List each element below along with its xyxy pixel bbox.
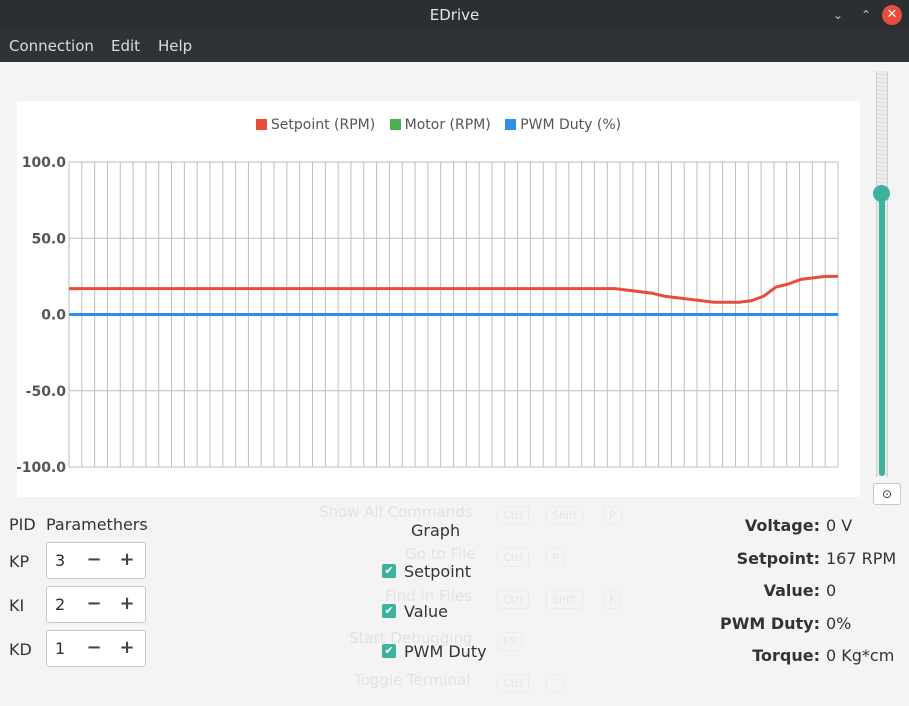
graph-title: Graph <box>411 521 461 540</box>
legend-label-pwm: PWM Duty (%) <box>520 117 622 133</box>
value-checkbox[interactable]: ✔ <box>382 604 396 618</box>
chart-panel: 100.0 50.0 0.0 -50.0 -100.0 Setpoint (RPM) M… <box>17 101 860 497</box>
y-tick-label: -50.0 <box>26 384 67 400</box>
y-tick-label: 50.0 <box>31 231 66 247</box>
kd-increment-button[interactable]: + <box>116 636 138 660</box>
ghost-key: Shift <box>546 590 584 609</box>
torque-value: 0 Kg*cm <box>826 646 895 665</box>
maximize-icon[interactable]: ⌃ <box>856 5 876 25</box>
setpoint-slider-fill <box>879 192 885 476</box>
ghost-key: P <box>546 548 565 567</box>
kp-value[interactable]: 3 <box>55 551 65 570</box>
ghost-command: Go to File <box>405 545 476 563</box>
minimize-icon[interactable]: ⌄ <box>828 5 848 25</box>
kp-decrement-button[interactable]: − <box>83 548 105 572</box>
kp-stepper[interactable]: 3 − + <box>46 542 146 579</box>
ki-decrement-button[interactable]: − <box>83 592 105 616</box>
legend-swatch-pwm <box>505 119 517 130</box>
y-tick-label: 0.0 <box>41 308 66 324</box>
setpoint-label: Setpoint: <box>736 549 820 568</box>
value-value: 0 <box>826 581 837 600</box>
kd-label: KD <box>9 640 32 659</box>
ghost-key: F5 <box>497 632 523 651</box>
pwm-duty-value: 0% <box>826 614 852 633</box>
legend-label-setpoint: Setpoint (RPM) <box>270 117 376 133</box>
value-checkbox-label[interactable]: Value <box>404 602 448 621</box>
ghost-key: Ctrl <box>497 506 529 525</box>
setpoint-checkbox[interactable]: ✔ <box>382 564 396 578</box>
pwm-duty-label: PWM Duty: <box>719 614 820 633</box>
ghost-key: Ctrl <box>497 590 529 609</box>
line-chart: 100.0 50.0 0.0 -50.0 -100.0 <box>17 155 839 476</box>
voltage-value: 0 V <box>826 516 853 535</box>
ghost-command: Show All Commands <box>319 503 473 521</box>
menu-bar: Connection Edit Help <box>0 30 909 62</box>
menu-edit[interactable]: Edit <box>111 37 140 55</box>
voltage-label: Voltage: <box>744 516 820 535</box>
y-tick-label: 100.0 <box>22 155 67 171</box>
pwm-duty-checkbox-label[interactable]: PWM Duty <box>404 642 487 661</box>
ki-label: KI <box>9 596 25 615</box>
legend-item-motor: Motor (RPM) <box>389 117 491 133</box>
ghost-key: Ctrl <box>497 674 529 693</box>
reset-icon[interactable]: ⊙ <box>873 483 901 505</box>
ki-increment-button[interactable]: + <box>116 592 138 616</box>
kd-stepper[interactable]: 1 − + <box>46 630 146 667</box>
setpoint-slider-handle[interactable] <box>873 184 890 202</box>
menu-connection[interactable]: Connection <box>9 37 94 55</box>
pid-subtitle: Paramethers <box>46 515 148 534</box>
legend-label-motor: Motor (RPM) <box>404 117 491 133</box>
kp-label: KP <box>9 552 30 571</box>
kd-decrement-button[interactable]: − <box>83 636 105 660</box>
ghost-key: F <box>603 590 622 609</box>
kp-increment-button[interactable]: + <box>116 548 138 572</box>
window-title: EDrive <box>429 6 480 24</box>
value-label: Value: <box>763 581 820 600</box>
torque-label: Torque: <box>752 646 820 665</box>
ghost-key: ` <box>546 674 564 693</box>
legend-swatch-motor <box>389 119 401 130</box>
ghost-key: Ctrl <box>497 548 529 567</box>
pwm-duty-checkbox[interactable]: ✔ <box>382 644 396 658</box>
setpoint-checkbox-label[interactable]: Setpoint <box>404 562 471 581</box>
ghost-key: P <box>603 506 622 525</box>
ghost-command: Toggle Terminal <box>354 671 471 689</box>
chart-legend: Setpoint (RPM) Motor (RPM) PWM Duty (%) <box>17 117 860 133</box>
ki-value[interactable]: 2 <box>55 595 65 614</box>
legend-item-setpoint: Setpoint (RPM) <box>255 117 376 133</box>
kd-value[interactable]: 1 <box>55 639 65 658</box>
ki-stepper[interactable]: 2 − + <box>46 586 146 623</box>
close-icon[interactable]: ✕ <box>882 5 902 25</box>
setpoint-value: 167 RPM <box>826 549 897 568</box>
title-bar: EDrive ⌄ ⌃ ✕ <box>0 0 909 30</box>
menu-help[interactable]: Help <box>158 37 192 55</box>
pid-title: PID <box>9 515 36 534</box>
legend-swatch-setpoint <box>255 119 267 130</box>
ghost-key: Shift <box>546 506 584 525</box>
legend-item-pwm: PWM Duty (%) <box>505 117 621 133</box>
y-tick-label: -100.0 <box>17 460 66 476</box>
